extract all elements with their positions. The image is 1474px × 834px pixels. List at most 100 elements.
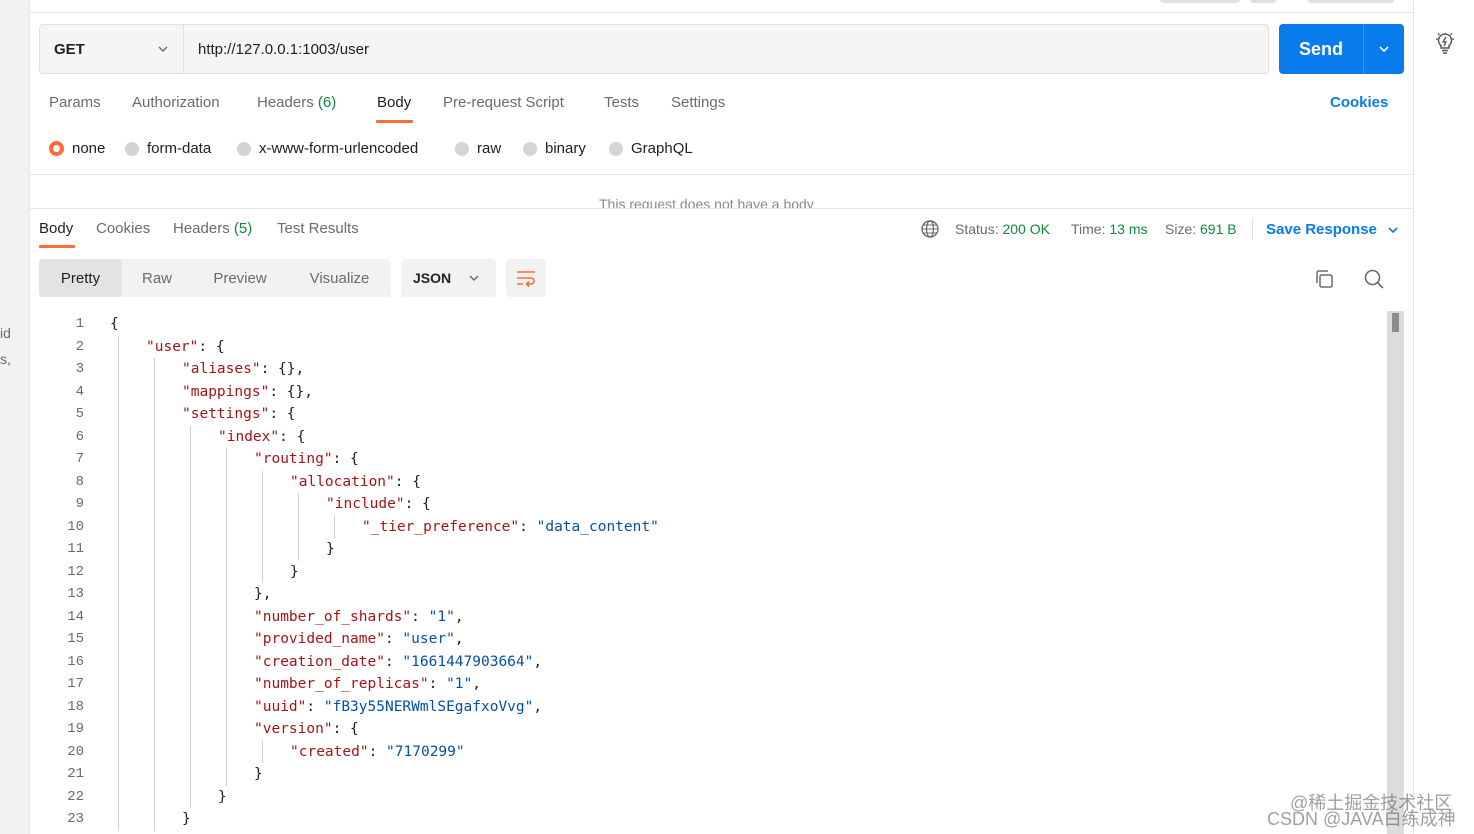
divider: [30, 174, 1413, 175]
size-meta[interactable]: Size: 691 B: [1165, 221, 1237, 237]
tab-settings[interactable]: Settings: [671, 94, 725, 111]
code-line: }: [290, 563, 299, 580]
line-number: 15: [67, 631, 84, 647]
globe-icon[interactable]: [920, 219, 940, 239]
indent-guide: [154, 358, 155, 381]
line-number: 14: [67, 608, 84, 625]
indent-guide: [226, 605, 227, 628]
radio-graphql[interactable]: GraphQL: [609, 140, 693, 157]
status-meta[interactable]: Status: 200 OK: [955, 221, 1050, 237]
code-line: "_tier_preference": "data_content": [362, 518, 659, 535]
indent-guide: [226, 538, 227, 561]
indent-guide: [154, 763, 155, 786]
indent-guide: [226, 695, 227, 718]
indent-guide: [226, 673, 227, 696]
view-preview-button[interactable]: Preview: [192, 259, 288, 297]
tab-strip-edge: [1160, 0, 1240, 3]
sidebar-text-fragment: id: [0, 325, 11, 341]
watermark-line-2: CSDN @JAVA白练成神: [1267, 809, 1456, 829]
indent-guide: [154, 605, 155, 628]
line-number: 1: [75, 316, 84, 332]
response-body-editor[interactable]: 1 {2 "user": {3 "aliases": {}, 4 "mappings": …: [30, 311, 1400, 834]
cookies-link[interactable]: Cookies: [1330, 94, 1388, 111]
send-button[interactable]: Send: [1279, 24, 1404, 74]
chevron-down-icon: [1379, 46, 1389, 53]
view-visualize-button[interactable]: Visualize: [288, 259, 391, 297]
copy-icon[interactable]: [1313, 268, 1335, 290]
indent-guide: [190, 493, 191, 516]
tab-headers[interactable]: Headers (6): [257, 94, 336, 111]
code-line: "number_of_shards": "1",: [254, 608, 464, 625]
radio-none[interactable]: none: [49, 140, 105, 157]
code-line: },: [254, 586, 272, 602]
line-number: 8: [75, 473, 84, 490]
search-icon[interactable]: [1363, 268, 1385, 290]
radio-form-data[interactable]: form-data: [125, 140, 211, 157]
indent-guide: [190, 740, 191, 763]
tab-pre-request-script[interactable]: Pre-request Script: [443, 94, 564, 111]
code-line: "uuid": "fB3y55NERWmlSEgafxoVvg",: [254, 698, 543, 715]
line-number: 17: [67, 676, 84, 692]
radio-x-www-form-urlencoded[interactable]: x-www-form-urlencoded: [237, 140, 418, 157]
response-tab-headers[interactable]: Headers (5): [173, 220, 252, 237]
radio-icon: [237, 141, 251, 156]
divider: [30, 12, 1413, 13]
chevron-down-icon: [1388, 226, 1398, 233]
indent-guide: [118, 493, 119, 516]
radio-icon: [523, 141, 537, 156]
code-line: "settings": {: [182, 406, 296, 422]
code-line: "allocation": {: [290, 473, 421, 490]
url-input[interactable]: http://127.0.0.1:1003/user: [184, 41, 369, 58]
wrap-lines-icon: [517, 271, 535, 288]
tab-tests[interactable]: Tests: [604, 94, 639, 111]
divider: [1252, 218, 1253, 240]
response-tab-test-results[interactable]: Test Results: [277, 220, 359, 237]
right-sidebar: [1413, 0, 1474, 834]
indent-guide: [118, 673, 119, 696]
indent-guide: [154, 380, 155, 403]
radio-raw[interactable]: raw: [455, 140, 501, 157]
indent-guide: [154, 538, 155, 561]
indent-guide: [118, 448, 119, 471]
indent-guide: [262, 538, 263, 561]
indent-guide: [154, 515, 155, 538]
indent-guide: [118, 740, 119, 763]
indent-guide: [154, 448, 155, 471]
indent-guide: [190, 650, 191, 673]
code-line: "mappings": {},: [182, 383, 313, 400]
send-options-button[interactable]: [1364, 43, 1404, 55]
indent-guide: [190, 448, 191, 471]
indent-guide: [118, 358, 119, 381]
response-tab-body[interactable]: Body: [39, 220, 73, 237]
time-meta[interactable]: Time: 13 ms: [1071, 221, 1148, 237]
indent-guide: [190, 538, 191, 561]
tab-strip-edge: [1308, 0, 1394, 3]
wrap-lines-button[interactable]: [506, 259, 546, 297]
view-raw-button[interactable]: Raw: [122, 259, 192, 297]
indent-guide: [118, 583, 119, 606]
lightbulb-icon[interactable]: [1434, 31, 1456, 55]
indent-guide: [262, 560, 263, 583]
tab-params[interactable]: Params: [49, 94, 101, 111]
line-number: 23: [67, 811, 84, 827]
scrollbar-thumb[interactable]: [1392, 313, 1399, 332]
sidebar-text-fragment: s,: [0, 351, 11, 367]
pane-divider[interactable]: [30, 208, 1413, 209]
view-pretty-button[interactable]: Pretty: [39, 259, 122, 297]
response-tab-cookies[interactable]: Cookies: [96, 220, 150, 237]
line-number: 13: [67, 586, 84, 602]
line-number: 3: [75, 361, 84, 377]
vertical-scrollbar[interactable]: [1387, 311, 1404, 834]
tab-authorization[interactable]: Authorization: [132, 94, 220, 111]
save-response-button[interactable]: Save Response: [1266, 221, 1399, 238]
radio-binary[interactable]: binary: [523, 140, 586, 157]
tab-body[interactable]: Body: [377, 94, 411, 111]
indent-guide: [262, 515, 263, 538]
format-select[interactable]: JSON: [401, 259, 496, 297]
line-number: 11: [67, 541, 84, 557]
left-sidebar-edge: id s,: [0, 0, 30, 834]
method-select[interactable]: GET: [40, 25, 184, 73]
line-number: 5: [75, 406, 84, 422]
line-number: 22: [67, 788, 84, 805]
time-value: 13 ms: [1109, 221, 1148, 237]
